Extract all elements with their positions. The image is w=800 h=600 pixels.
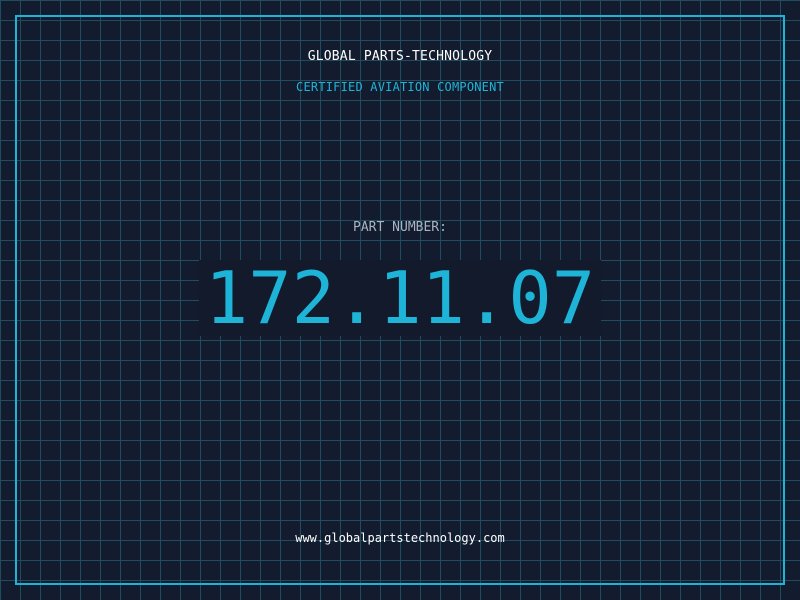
label-card: GLOBAL PARTS-TECHNOLOGY CERTIFIED AVIATI… [0, 0, 800, 600]
part-number-value: 172.11.07 [204, 256, 596, 340]
part-number-label: PART NUMBER: [353, 220, 447, 235]
certification-subtitle: CERTIFIED AVIATION COMPONENT [296, 80, 504, 94]
website-url: www.globalpartstechnology.com [295, 531, 505, 545]
company-name: GLOBAL PARTS-TECHNOLOGY [307, 49, 493, 64]
